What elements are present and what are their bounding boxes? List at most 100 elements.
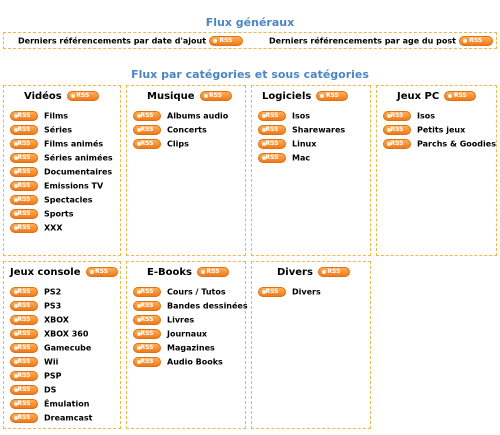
category-name[interactable]: Musique — [147, 91, 195, 102]
subcategory-label[interactable]: XXX — [44, 224, 63, 233]
subcategory-label[interactable]: Dreamcast — [44, 414, 92, 423]
subcategory-label[interactable]: XBOX — [44, 316, 69, 325]
subcategory-item[interactable]: RSS Petits jeux — [383, 125, 496, 139]
rss-icon[interactable]: RSS — [316, 91, 349, 101]
subcategory-label[interactable]: Sports — [44, 210, 74, 219]
subcategory-item[interactable]: RSS Séries — [10, 125, 113, 139]
subcategory-label[interactable]: Isos — [417, 112, 435, 121]
rss-icon[interactable]: RSS — [10, 167, 38, 177]
subcategory-label[interactable]: Bandes dessinées — [167, 302, 248, 311]
rss-icon[interactable]: RSS — [10, 209, 38, 219]
subcategory-label[interactable]: Films animés — [44, 140, 103, 149]
rss-icon[interactable]: RSS — [258, 111, 286, 121]
rss-icon[interactable]: RSS — [133, 315, 161, 325]
rss-icon[interactable]: RSS — [133, 301, 161, 311]
subcategory-item[interactable]: RSS PSP — [10, 371, 92, 385]
category-header[interactable]: Logiciels RSS — [252, 91, 380, 102]
subcategory-label[interactable]: PSP — [44, 372, 62, 381]
subcategory-item[interactable]: RSS Séries animées — [10, 153, 113, 167]
subcategory-item[interactable]: RSS Audio Books — [133, 357, 248, 371]
subcategory-label[interactable]: Séries animées — [44, 154, 113, 163]
subcategory-label[interactable]: Émulation — [44, 400, 89, 409]
rss-icon[interactable]: RSS — [196, 267, 229, 277]
subcategory-label[interactable]: DS — [44, 386, 56, 395]
rss-icon[interactable]: RSS — [10, 385, 38, 395]
category-name[interactable]: Divers — [277, 267, 313, 278]
rss-icon[interactable]: RSS — [133, 125, 161, 135]
subcategory-item[interactable]: RSS Wii — [10, 357, 92, 371]
rss-icon[interactable]: RSS — [208, 36, 243, 46]
subcategory-label[interactable]: Gamecube — [44, 344, 91, 353]
subcategory-label[interactable]: Films — [44, 112, 68, 121]
subcategory-item[interactable]: RSS Films — [10, 111, 113, 125]
rss-icon[interactable]: RSS — [10, 329, 38, 339]
subcategory-label[interactable]: Magazines — [167, 344, 215, 353]
category-name[interactable]: Vidéos — [24, 91, 62, 102]
rss-icon[interactable]: RSS — [10, 195, 38, 205]
rss-icon[interactable]: RSS — [10, 153, 38, 163]
subcategory-label[interactable]: Isos — [292, 112, 310, 121]
subcategory-item[interactable]: RSS Clips — [133, 139, 228, 153]
rss-icon[interactable]: RSS — [10, 181, 38, 191]
subcategory-label[interactable]: Journaux — [167, 330, 207, 339]
rss-icon[interactable]: RSS — [10, 223, 38, 233]
subcategory-label[interactable]: Concerts — [167, 126, 207, 135]
subcategory-item[interactable]: RSS Bandes dessinées — [133, 301, 248, 315]
subcategory-item[interactable]: RSS XBOX — [10, 315, 92, 329]
subcategory-item[interactable]: RSS Émulation — [10, 399, 92, 413]
rss-icon[interactable]: RSS — [199, 91, 232, 101]
subcategory-item[interactable]: RSS Isos — [383, 111, 496, 125]
subcategory-item[interactable]: RSS Magazines — [133, 343, 248, 357]
subcategory-item[interactable]: RSS Parchs & Goodies — [383, 139, 496, 153]
rss-icon[interactable]: RSS — [383, 111, 411, 121]
subcategory-item[interactable]: RSS Emissions TV — [10, 181, 113, 195]
rss-icon[interactable]: RSS — [444, 91, 477, 101]
category-header[interactable]: Jeux PC RSS — [377, 91, 500, 102]
subcategory-item[interactable]: RSS Spectacles — [10, 195, 113, 209]
subcategory-item[interactable]: RSS Journaux — [133, 329, 248, 343]
subcategory-label[interactable]: PS2 — [44, 288, 61, 297]
rss-icon[interactable]: RSS — [133, 329, 161, 339]
subcategory-item[interactable]: RSS Cours / Tutos — [133, 287, 248, 301]
subcategory-label[interactable]: Livres — [167, 316, 194, 325]
subcategory-label[interactable]: Cours / Tutos — [167, 288, 226, 297]
subcategory-label[interactable]: Divers — [292, 288, 321, 297]
subcategory-label[interactable]: Documentaires — [44, 168, 112, 177]
rss-icon[interactable]: RSS — [10, 343, 38, 353]
subcategory-item[interactable]: RSS PS3 — [10, 301, 92, 315]
subcategory-label[interactable]: Spectacles — [44, 196, 93, 205]
subcategory-label[interactable]: Emissions TV — [44, 182, 103, 191]
rss-icon[interactable]: RSS — [85, 267, 118, 277]
subcategory-item[interactable]: RSS Livres — [133, 315, 248, 329]
subcategory-label[interactable]: XBOX 360 — [44, 330, 88, 339]
subcategory-item[interactable]: RSS Albums audio — [133, 111, 228, 125]
subcategory-label[interactable]: PS3 — [44, 302, 61, 311]
category-header[interactable]: Divers RSS — [252, 267, 395, 278]
subcategory-item[interactable]: RSS XBOX 360 — [10, 329, 92, 343]
subcategory-label[interactable]: Mac — [292, 154, 310, 163]
rss-icon[interactable]: RSS — [10, 287, 38, 297]
rss-icon[interactable]: RSS — [133, 343, 161, 353]
rss-icon[interactable]: RSS — [133, 357, 161, 367]
category-name[interactable]: Jeux PC — [397, 91, 439, 102]
rss-icon[interactable]: RSS — [10, 399, 38, 409]
subcategory-label[interactable]: Linux — [292, 140, 316, 149]
rss-icon[interactable]: RSS — [10, 315, 38, 325]
rss-icon[interactable]: RSS — [133, 139, 161, 149]
category-header[interactable]: Jeux console RSS — [4, 267, 126, 278]
subcategory-item[interactable]: RSS Sharewares — [258, 125, 345, 139]
rss-icon[interactable]: RSS — [258, 125, 286, 135]
subcategory-label[interactable]: Séries — [44, 126, 72, 135]
subcategory-item[interactable]: RSS PS2 — [10, 287, 92, 301]
category-name[interactable]: E-Books — [147, 267, 192, 278]
rss-icon[interactable]: RSS — [66, 91, 99, 101]
rss-icon[interactable]: RSS — [10, 371, 38, 381]
subcategory-item[interactable]: RSS XXX — [10, 223, 113, 237]
subcategory-label[interactable]: Sharewares — [292, 126, 345, 135]
rss-icon[interactable]: RSS — [383, 139, 411, 149]
subcategory-item[interactable]: RSS Mac — [258, 153, 345, 167]
subcategory-label[interactable]: Parchs & Goodies — [417, 140, 496, 149]
rss-icon[interactable]: RSS — [10, 357, 38, 367]
subcategory-item[interactable]: RSS Films animés — [10, 139, 113, 153]
rss-icon[interactable]: RSS — [458, 36, 493, 46]
